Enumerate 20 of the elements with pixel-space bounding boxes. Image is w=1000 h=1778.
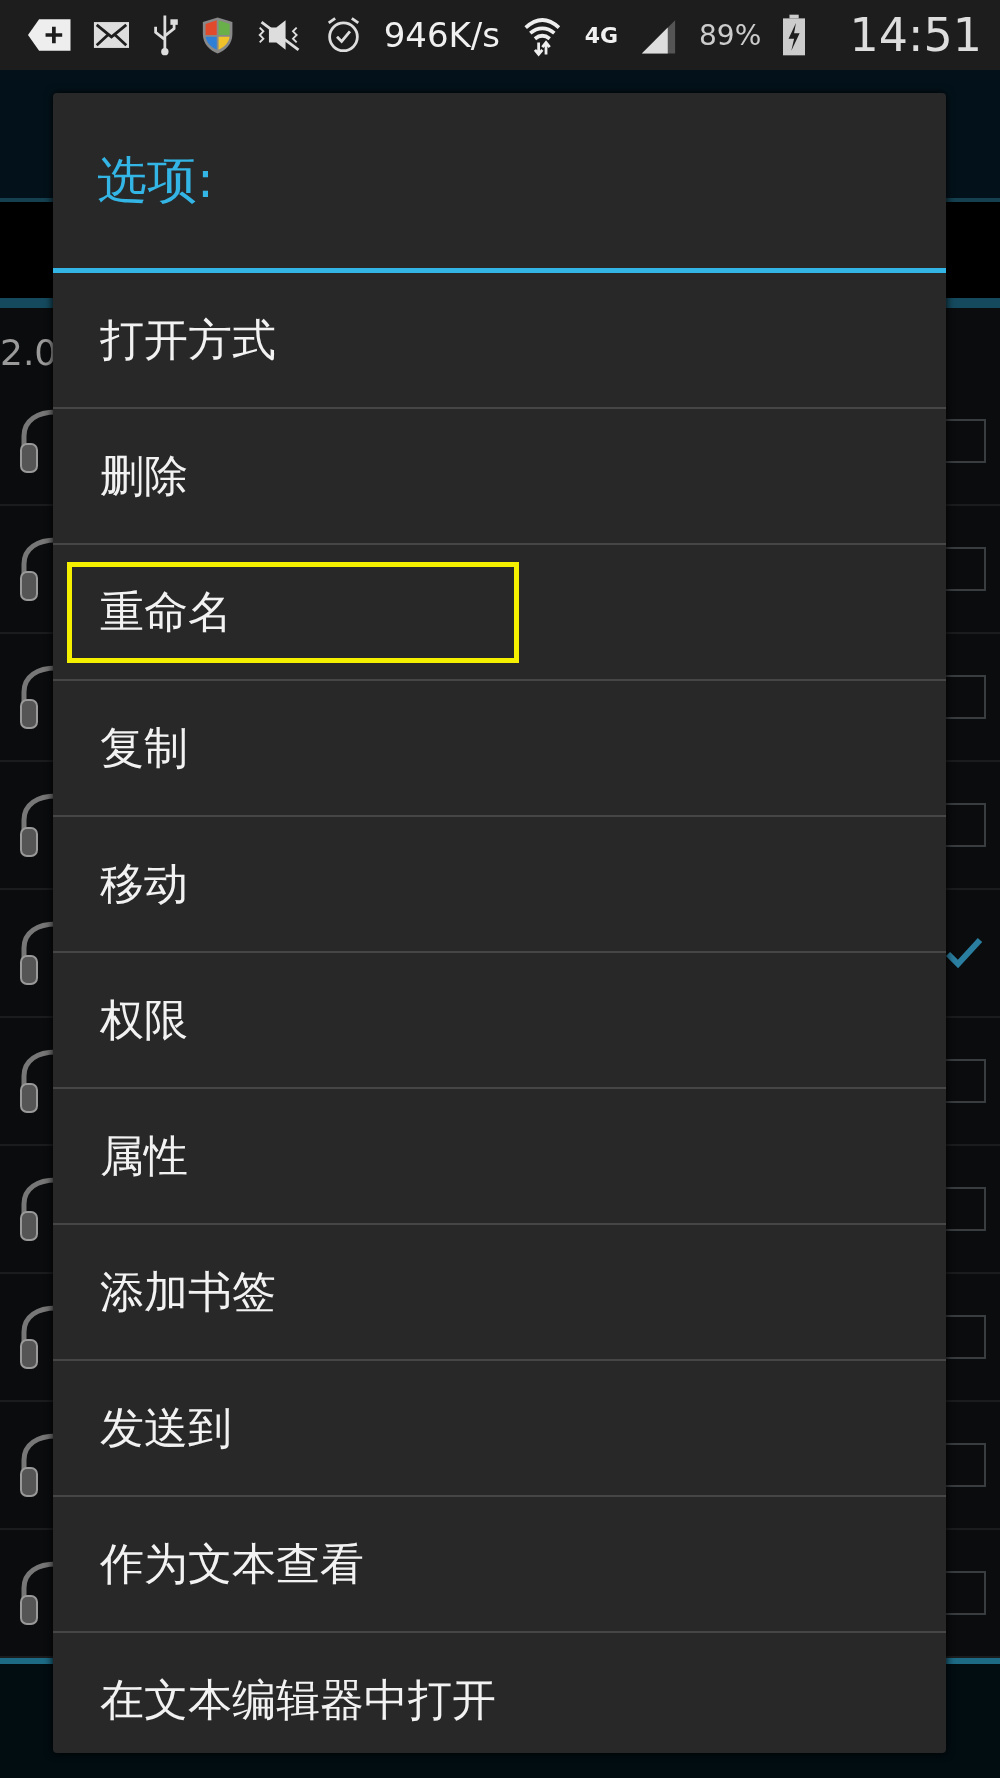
battery-charging-icon xyxy=(783,13,806,57)
clock: 14:51 xyxy=(849,8,982,62)
menu-item[interactable]: 复制 xyxy=(67,697,221,799)
menu-item[interactable]: 移动 xyxy=(67,833,221,935)
network-speed: 946K/s xyxy=(383,15,500,55)
mail-icon xyxy=(92,20,130,50)
menu-item[interactable]: 作为文本查看 xyxy=(67,1513,397,1615)
menu-item[interactable]: 发送到 xyxy=(67,1377,265,1479)
menu-item[interactable]: 打开方式 xyxy=(67,289,309,391)
network-type: 4G xyxy=(584,22,619,48)
shield-icon xyxy=(201,14,235,56)
menu-item[interactable]: 重命名 xyxy=(67,561,519,663)
keyboard-back-icon xyxy=(28,18,71,52)
dialog-title: 选项: xyxy=(97,150,214,211)
menu-item[interactable]: 删除 xyxy=(67,425,221,527)
menu-item[interactable]: 权限 xyxy=(67,969,221,1071)
menu-item[interactable]: 属性 xyxy=(67,1105,221,1207)
menu-item[interactable]: 在文本编辑器中打开 xyxy=(67,1649,529,1751)
menu-item[interactable]: 添加书签 xyxy=(67,1241,309,1343)
battery-percent: 89% xyxy=(699,18,762,52)
